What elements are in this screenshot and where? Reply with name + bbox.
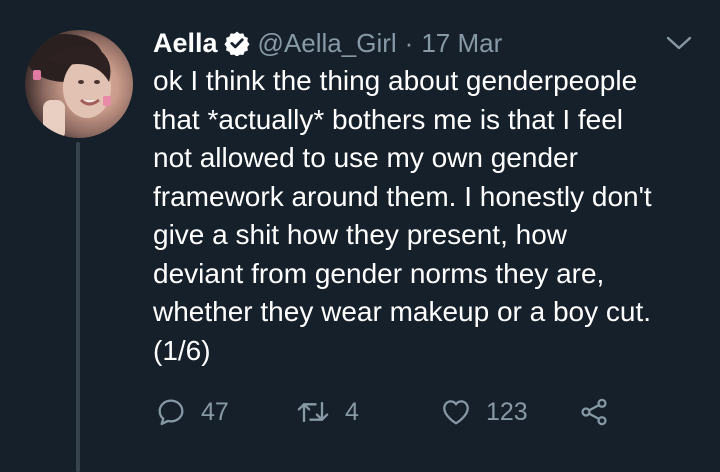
like-button[interactable]: 123: [440, 392, 528, 432]
tweet-header: Aella @Aella_Girl · 17 Mar: [153, 26, 502, 60]
tweet-text-line: ok I think the thing about genderpeople: [153, 65, 638, 96]
separator-dot: ·: [404, 27, 414, 58]
tweet-card[interactable]: Aella @Aella_Girl · 17 Mar ok I think th…: [0, 0, 720, 472]
tweet-text-line: deviant from gender norms they are,: [153, 257, 605, 289]
avatar-photo: [27, 34, 111, 138]
like-count: 123: [486, 397, 528, 426]
author-handle[interactable]: @Aella_Girl: [258, 28, 397, 59]
tweet-text-line: whether they wear makeup or a boy cut.: [153, 296, 652, 327]
tweet-text-line: give a shit how they present, how: [153, 219, 568, 250]
reply-button[interactable]: 47: [155, 392, 229, 432]
retweet-icon: [295, 396, 331, 428]
share-button[interactable]: [578, 392, 610, 432]
retweet-count: 4: [345, 397, 359, 426]
retweet-button[interactable]: 4: [295, 392, 359, 432]
tweet-text-line: framework around them. I honestly don't: [153, 180, 652, 212]
tweet-date[interactable]: 17 Mar: [421, 28, 502, 59]
reply-icon: [155, 396, 187, 428]
tweet-text: ok I think the thing about genderpeople …: [153, 62, 698, 370]
heart-icon: [440, 396, 472, 428]
verified-badge-icon: [223, 30, 250, 57]
tweet-text-line: (1/6): [153, 334, 211, 366]
tweet-text-line: that *actually* bothers me is that I fee…: [153, 103, 624, 135]
author-name[interactable]: Aella: [153, 28, 218, 59]
share-icon: [578, 396, 610, 428]
tweet-text-line: not allowed to use my own gender: [153, 142, 578, 173]
reply-count: 47: [201, 397, 229, 426]
chevron-down-icon[interactable]: [666, 34, 692, 52]
tweet-actions: 47 4 123: [0, 392, 720, 432]
avatar[interactable]: [25, 30, 133, 138]
